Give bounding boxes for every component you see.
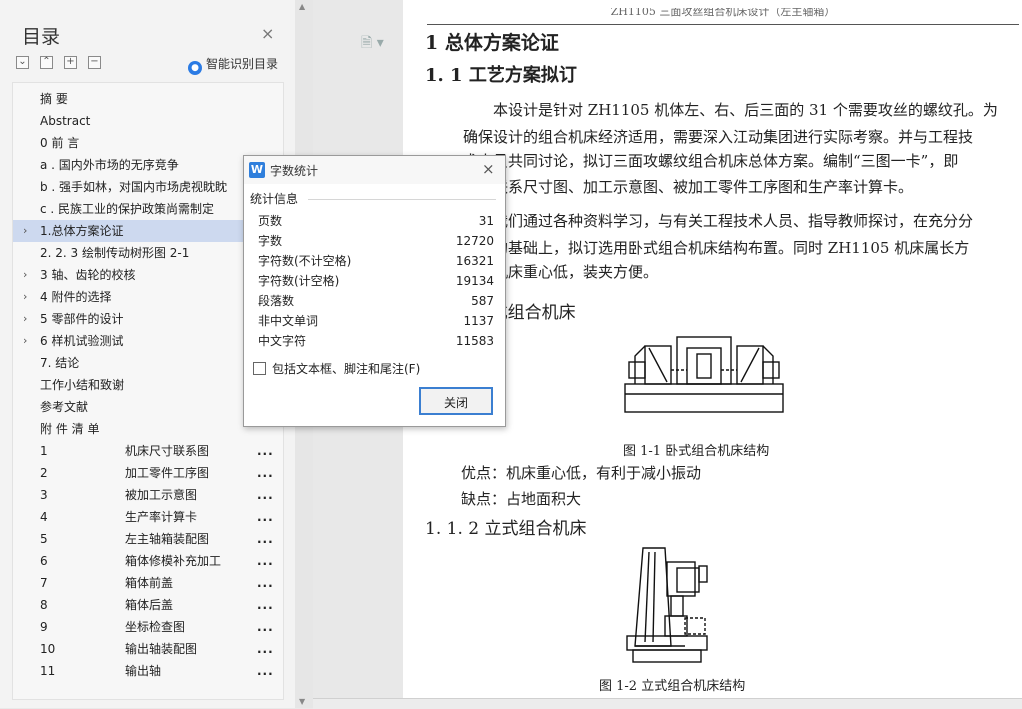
stat-value: 11583 (455, 334, 494, 348)
stat-value: 1137 (463, 314, 494, 328)
toc-attachment-item[interactable]: 1 机床尺寸联系图... (13, 440, 283, 462)
toc-attachment-item[interactable]: 9 坐标检查图... (13, 616, 283, 638)
horizontal-scrollbar[interactable] (313, 698, 1022, 709)
toc-attachment-item[interactable]: 10 输出轴装配图... (13, 638, 283, 660)
stat-row: 字数 12720 (258, 231, 494, 251)
expand-up-icon[interactable]: ⌃ (40, 56, 53, 69)
paragraph-line: 我们通过各种资料学习，与有关工程技术人员、指导教师探讨，在充分分 (493, 212, 974, 230)
remove-heading-icon[interactable]: − (88, 56, 101, 69)
toc-item-label: 附 件 清 单 (40, 422, 100, 436)
figure-caption: 图 1-1 卧式组合机床结构 (623, 444, 770, 459)
stat-row: 页数 31 (258, 211, 494, 231)
toc-attachment-item[interactable]: 2 加工零件工序图... (13, 462, 283, 484)
stat-row: 非中文单词 1137 (258, 311, 494, 331)
stat-row: 字符数(不计空格) 16321 (258, 251, 494, 271)
stat-key: 中文字符 (258, 334, 307, 348)
toc-item-label: c . 民族工业的保护政策尚需制定 (40, 202, 215, 216)
wps-writer-icon: W (249, 162, 265, 178)
scroll-up-icon[interactable]: ▲ (299, 2, 305, 11)
stat-key: 段落数 (258, 294, 295, 308)
heading-3: 1. 1. 2 立式组合机床 (425, 519, 587, 539)
toc-item-label: 4 附件的选择 (40, 290, 112, 304)
stat-value: 31 (478, 214, 494, 228)
stat-key: 字符数(计空格) (258, 274, 340, 288)
toc-item-label: 1.总体方案论证 (40, 224, 124, 238)
toc-item-label: 3 轴、齿轮的校核 (40, 268, 136, 282)
toc-attachment-item[interactable]: 11 输出轴... (13, 660, 283, 682)
toc-close-icon[interactable]: × (261, 26, 274, 42)
toc-item[interactable]: 0 前 言 (13, 132, 283, 154)
expand-arrow-icon[interactable]: › (23, 330, 27, 352)
toc-attachment-item[interactable]: 6 箱体修模补充加工... (13, 550, 283, 572)
stat-row: 中文字符 11583 (258, 331, 494, 351)
stat-key: 非中文单词 (258, 314, 319, 328)
paragraph-line: 本设计是针对 ZH1105 机体左、右、后三面的 31 个需要攻丝的螺纹孔。为 (493, 101, 998, 119)
expand-arrow-icon[interactable]: › (23, 220, 27, 242)
toc-attachment-item[interactable]: 4 生产率计算卡... (13, 506, 283, 528)
word-count-dialog: W 字数统计 × 统计信息 页数 31 字数 12720 字符数(不计空格) 1632… (243, 155, 506, 427)
dialog-titlebar[interactable]: W 字数统计 × (244, 156, 505, 184)
checkbox-label: 包括文本框、脚注和尾注(F) (272, 362, 421, 376)
page-header: ZH1105 三面攻丝组合机床设计（左主轴箱） (427, 8, 1019, 25)
toc-item-label: 0 前 言 (40, 136, 80, 150)
paragraph-line: 术人员共同讨论，拟订三面攻螺纹组合机床总体方案。编制“三图一卡”，即 (463, 152, 959, 170)
toc-attachment-item[interactable]: 5 左主轴箱装配图... (13, 528, 283, 550)
expand-arrow-icon[interactable]: › (23, 286, 27, 308)
toc-title: 目录 (22, 26, 61, 48)
stat-value: 12720 (455, 234, 494, 248)
stat-key: 字符数(不计空格) (258, 254, 352, 268)
toc-item-label: 6 样机试验测试 (40, 334, 124, 348)
toc-item[interactable]: Abstract (13, 110, 283, 132)
toc-item-label: 参考文献 (40, 400, 89, 414)
vertical-machine-figure (626, 547, 708, 663)
figure-caption: 图 1-2 立式组合机床结构 (599, 679, 746, 694)
add-heading-icon[interactable]: + (64, 56, 77, 69)
toc-item-label: 7. 结论 (40, 356, 80, 370)
checkbox-box[interactable] (253, 362, 266, 375)
paragraph-line: 机床联系尺寸图、加工示意图、被加工零件工序图和生产率计算卡。 (463, 178, 914, 196)
toc-item[interactable]: 摘 要 (13, 88, 283, 110)
stat-value: 19134 (455, 274, 494, 288)
pros-text: 优点：机床重心低，有利于减小振动 (461, 464, 702, 482)
toc-item-label: b . 强手如林，对国内市场虎视眈眈 (40, 180, 228, 194)
expand-arrow-icon[interactable]: › (23, 308, 27, 330)
dialog-close-icon[interactable]: × (482, 160, 495, 178)
stat-row: 字符数(计空格) 19134 (258, 271, 494, 291)
stat-value: 587 (471, 294, 494, 308)
group-divider (308, 199, 496, 200)
toc-item-label: a . 国内外市场的无序竞争 (40, 158, 179, 172)
toc-attachment-item[interactable]: 3 被加工示意图... (13, 484, 283, 506)
toc-attachment-item[interactable]: 8 箱体后盖... (13, 594, 283, 616)
smart-recognize-icon: ● (188, 61, 202, 75)
stat-key: 字数 (258, 234, 283, 248)
toc-item-label: 5 零部件的设计 (40, 312, 124, 326)
collapse-all-icon[interactable]: ⌄ (16, 56, 29, 69)
toc-item-label: 工作小结和致谢 (40, 378, 125, 392)
dialog-title: 字数统计 (270, 164, 319, 178)
stats-group-label: 统计信息 (250, 192, 299, 206)
stat-key: 页数 (258, 214, 283, 228)
document-icon[interactable]: 🗎 ▾ (361, 32, 384, 56)
heading-2: 1. 1 工艺方案拟订 (425, 65, 577, 86)
heading-1: 1 总体方案论证 (425, 32, 559, 54)
smart-recognize-toc-button[interactable]: ● 智能识别目录 (188, 55, 278, 75)
scroll-down-icon[interactable]: ▼ (299, 697, 305, 706)
stat-value: 16321 (455, 254, 494, 268)
toc-item-label: 摘 要 (40, 92, 68, 106)
expand-arrow-icon[interactable]: › (23, 264, 27, 286)
horizontal-machine-figure (624, 336, 784, 413)
close-button[interactable]: 关闭 (419, 387, 493, 415)
include-textbox-footnotes-checkbox[interactable]: 包括文本框、脚注和尾注(F) (253, 362, 420, 376)
stat-row: 段落数 587 (258, 291, 494, 311)
toc-item-label: Abstract (40, 114, 91, 128)
cons-text: 缺点：占地面积大 (461, 490, 582, 508)
toc-item-label: 2. 2. 3 绘制传动树形图 2-1 (40, 246, 190, 260)
smart-recognize-label: 智能识别目录 (206, 57, 279, 71)
toc-attachment-item[interactable]: 7 箱体前盖... (13, 572, 283, 594)
